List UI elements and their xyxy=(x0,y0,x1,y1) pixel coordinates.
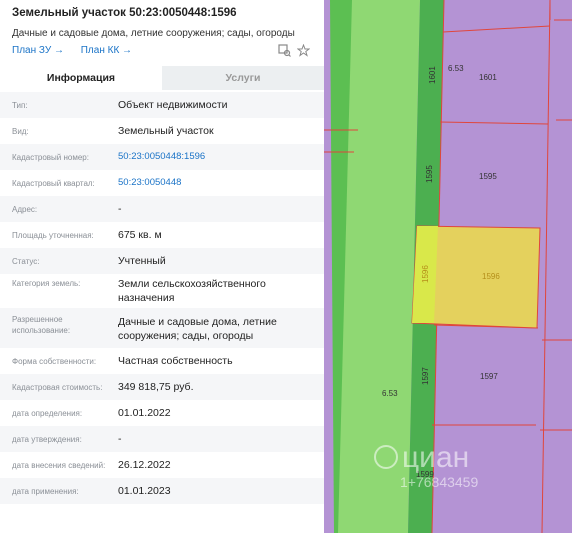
info-value: Дачные и садовые дома, летние сооружения… xyxy=(118,316,277,342)
cadastral-map[interactable]: 1601 1595 1596 1597 1599 6.53 6.53 1601 … xyxy=(324,0,572,533)
info-row-determination-date: дата определения: 01.01.2022 xyxy=(0,400,324,426)
parcel-label: 1595 xyxy=(479,172,497,181)
info-label: дата применения: xyxy=(12,487,79,496)
road-width-label: 6.53 xyxy=(448,64,464,73)
parcel-label: 1597 xyxy=(480,372,498,381)
map-canvas: 1601 1595 1596 1597 1599 6.53 6.53 1601 … xyxy=(324,0,572,533)
info-row-cadastral-number: Кадастровый номер: 50:23:0050448:1596 xyxy=(0,144,324,170)
info-label: Форма собственности: xyxy=(12,357,97,366)
info-row-address: Адрес: - xyxy=(0,196,324,222)
info-value: 01.01.2023 xyxy=(118,485,171,497)
tab-services[interactable]: Услуги xyxy=(162,66,324,90)
info-label: Кадастровый номер: xyxy=(12,153,89,162)
cadastral-quarter-link[interactable]: 50:23:0050448 xyxy=(118,176,318,190)
info-row-cadastral-quarter: Кадастровый квартал: 50:23:0050448 xyxy=(0,170,324,196)
parcel-label-selected: 1596 xyxy=(482,272,500,281)
parcel-side-label: 1595 xyxy=(425,165,434,183)
info-value: 349 818,75 руб. xyxy=(118,381,194,393)
tab-information[interactable]: Информация xyxy=(0,66,162,90)
info-label: Адрес: xyxy=(12,205,38,214)
parcel-side-label: 1596 xyxy=(421,265,430,283)
page-title: Земельный участок 50:23:0050448:1596 xyxy=(12,7,237,19)
info-label: Площадь уточненная: xyxy=(12,231,94,240)
info-row-approval-date: дата утверждения: - xyxy=(0,426,324,452)
info-value: Учтенный xyxy=(118,255,166,267)
info-row-land-category: Категория земель: Земли сельскохозяйстве… xyxy=(0,274,324,308)
info-row-permitted-use: Разрешенное использование: Дачные и садо… xyxy=(0,308,324,348)
info-value: Частная собственность xyxy=(118,355,233,367)
parcel-side-label: 1601 xyxy=(428,66,437,84)
info-row-status: Статус: Учтенный xyxy=(0,248,324,274)
parcel-side-label: 1597 xyxy=(421,367,430,385)
parcel-usage-subtitle: Дачные и садовые дома, летние сооружения… xyxy=(12,28,295,39)
plan-links: План ЗУ → План КК → xyxy=(12,45,146,56)
info-label: Кадастровый квартал: xyxy=(12,179,95,188)
info-value: Объект недвижимости xyxy=(118,99,228,111)
info-panel: Земельный участок 50:23:0050448:1596 Дач… xyxy=(0,0,324,533)
info-value: Земли сельскохозяйственного назначения xyxy=(118,278,266,304)
info-label: Разрешенное использование: xyxy=(12,315,71,335)
info-label: Вид: xyxy=(12,127,29,136)
cadastral-number-link[interactable]: 50:23:0050448:1596 xyxy=(118,150,318,164)
info-label: Статус: xyxy=(12,257,40,266)
watermark-number: 1+76843459 xyxy=(400,474,478,490)
info-row-cadastral-value: Кадастровая стоимость: 349 818,75 руб. xyxy=(0,374,324,400)
parcel-label: 1601 xyxy=(479,73,497,82)
tab-bar: Информация Услуги xyxy=(0,66,324,90)
info-label: дата внесения сведений: xyxy=(12,461,106,470)
copy-link-icon[interactable] xyxy=(278,44,291,60)
info-value: 26.12.2022 xyxy=(118,459,171,471)
plan-kk-link[interactable]: План КК → xyxy=(81,45,132,56)
info-value: - xyxy=(118,203,122,215)
info-value: 01.01.2022 xyxy=(118,407,171,419)
road-width-label: 6.53 xyxy=(382,389,398,398)
watermark-brand: циан xyxy=(402,441,469,474)
info-row-kind: Вид: Земельный участок xyxy=(0,118,324,144)
info-label: дата утверждения: xyxy=(12,435,82,444)
info-row-area: Площадь уточненная: 675 кв. м xyxy=(0,222,324,248)
info-label: Тип: xyxy=(12,101,28,110)
info-label: Кадастровая стоимость: xyxy=(12,383,103,392)
info-row-entry-date: дата внесения сведений: 26.12.2022 xyxy=(0,452,324,478)
info-row-application-date: дата применения: 01.01.2023 xyxy=(0,478,324,504)
info-label: дата определения: xyxy=(12,409,83,418)
info-row-type: Тип: Объект недвижимости xyxy=(0,92,324,118)
star-icon[interactable] xyxy=(296,43,311,60)
info-value: - xyxy=(118,433,122,445)
info-label: Категория земель: xyxy=(12,279,81,288)
info-value: Земельный участок xyxy=(118,125,214,137)
info-value: 675 кв. м xyxy=(118,229,162,241)
plan-zu-link[interactable]: План ЗУ → xyxy=(12,45,64,56)
info-row-ownership: Форма собственности: Частная собственнос… xyxy=(0,348,324,374)
